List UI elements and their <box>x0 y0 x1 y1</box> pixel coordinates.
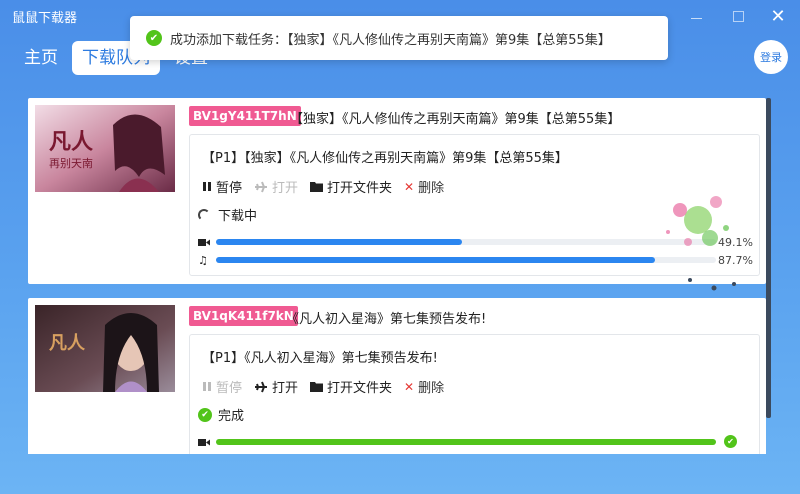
download-item: 凡人 BV1qK411f7kN 《凡人初入星海》第七集预告发布! 【P1】《凡人… <box>28 298 766 454</box>
folder-icon <box>310 181 324 192</box>
part-panel: 【P1】【独家】《凡人修仙传之再别天南篇》第9集【总第55集】 暂停 打开 打开… <box>189 134 760 276</box>
video-thumbnail: 凡人 再别天南 <box>35 105 175 192</box>
login-button[interactable]: 登录 <box>754 40 788 74</box>
open-folder-button[interactable]: 打开文件夹 <box>310 177 392 196</box>
action-bar: 暂停 打开 打开文件夹 ✕ 删除 <box>202 377 456 396</box>
action-bar: 暂停 打开 打开文件夹 ✕ 删除 <box>202 177 456 196</box>
delete-button[interactable]: ✕ 删除 <box>404 377 445 397</box>
video-progress-label: 49.1% <box>718 235 753 249</box>
airplane-icon <box>254 181 268 193</box>
music-note-icon: ♫ <box>198 253 208 267</box>
open-label: 打开 <box>272 381 299 396</box>
video-camera-icon <box>198 438 214 447</box>
pause-button[interactable]: 暂停 <box>202 377 242 396</box>
delete-label: 删除 <box>418 181 445 196</box>
complete-check-icon: ✔ <box>198 407 212 422</box>
minimize-button[interactable] <box>676 0 716 32</box>
svg-text:凡人: 凡人 <box>49 333 86 354</box>
status-text: 下载中 <box>218 209 258 224</box>
tab-home[interactable]: 主页 <box>14 41 68 75</box>
pause-icon <box>202 381 212 392</box>
audio-progress-label: 87.7% <box>718 253 753 267</box>
complete-check-icon: ✔ <box>724 435 737 448</box>
open-button[interactable]: 打开 <box>254 377 298 396</box>
loading-spinner-icon <box>198 208 210 221</box>
video-progress-bar <box>216 439 716 445</box>
video-thumbnail: 凡人 <box>35 305 175 392</box>
minimize-icon <box>690 17 702 19</box>
video-progress-row: ✔ <box>198 435 753 449</box>
part-panel: 【P1】《凡人初入星海》第七集预告发布! 暂停 打开 打开文件夹 ✕ 删除 ✔ … <box>189 334 760 454</box>
video-progress-row: 49.1% <box>198 235 753 249</box>
svg-text:再别天南: 再别天南 <box>49 157 93 170</box>
video-progress-fill <box>216 239 462 245</box>
list-scrollbar[interactable] <box>766 98 771 418</box>
video-title: 《凡人初入星海》第七集预告发布! <box>286 312 487 327</box>
folder-icon <box>310 381 324 392</box>
part-title: 【P1】《凡人初入星海》第七集预告发布! <box>202 351 438 366</box>
audio-progress-bar <box>216 257 716 263</box>
download-item: 凡人 再别天南 BV1gY411T7hN 【独家】《凡人修仙传之再别天南篇》第9… <box>28 98 766 284</box>
success-check-icon: ✔ <box>146 30 162 46</box>
delete-label: 删除 <box>418 381 445 396</box>
video-camera-icon <box>198 238 214 247</box>
success-toast: ✔ 成功添加下载任务：【独家】《凡人修仙传之再别天南篇》第9集【总第55集】 <box>130 16 668 60</box>
delete-icon: ✕ <box>404 179 415 194</box>
maximize-icon <box>732 10 744 22</box>
bvid-badge[interactable]: BV1gY411T7hN <box>189 106 301 126</box>
pause-label: 暂停 <box>216 181 243 196</box>
bvid-badge[interactable]: BV1qK411f7kN <box>189 306 298 326</box>
close-button[interactable]: ✕ <box>758 0 798 32</box>
airplane-icon <box>254 381 268 393</box>
toast-message: 成功添加下载任务：【独家】《凡人修仙传之再别天南篇》第9集【总第55集】 <box>170 32 611 48</box>
open-folder-label: 打开文件夹 <box>327 381 393 396</box>
maximize-button[interactable] <box>718 0 758 32</box>
video-progress-bar <box>216 239 716 245</box>
download-status: 下载中 <box>198 205 257 224</box>
delete-button[interactable]: ✕ 删除 <box>404 177 445 197</box>
pause-label: 暂停 <box>216 381 243 396</box>
download-status: ✔ 完成 <box>198 405 244 424</box>
open-folder-label: 打开文件夹 <box>327 181 393 196</box>
open-label: 打开 <box>272 181 299 196</box>
delete-icon: ✕ <box>404 379 415 394</box>
audio-progress-row: ♫ 87.7% <box>198 253 753 267</box>
part-title: 【P1】【独家】《凡人修仙传之再别天南篇》第9集【总第55集】 <box>202 151 568 166</box>
video-progress-fill <box>216 439 716 445</box>
video-title: 【独家】《凡人修仙传之再别天南篇》第9集【总第55集】 <box>290 112 621 127</box>
pause-icon <box>202 181 212 192</box>
open-button[interactable]: 打开 <box>254 177 298 196</box>
download-list[interactable]: 凡人 再别天南 BV1gY411T7hN 【独家】《凡人修仙传之再别天南篇》第9… <box>28 98 768 454</box>
open-folder-button[interactable]: 打开文件夹 <box>310 377 392 396</box>
app-title: 鼠鼠下载器 <box>12 10 78 26</box>
status-text: 完成 <box>218 409 245 424</box>
svg-text:凡人: 凡人 <box>49 129 93 155</box>
pause-button[interactable]: 暂停 <box>202 177 242 196</box>
audio-progress-fill <box>216 257 655 263</box>
